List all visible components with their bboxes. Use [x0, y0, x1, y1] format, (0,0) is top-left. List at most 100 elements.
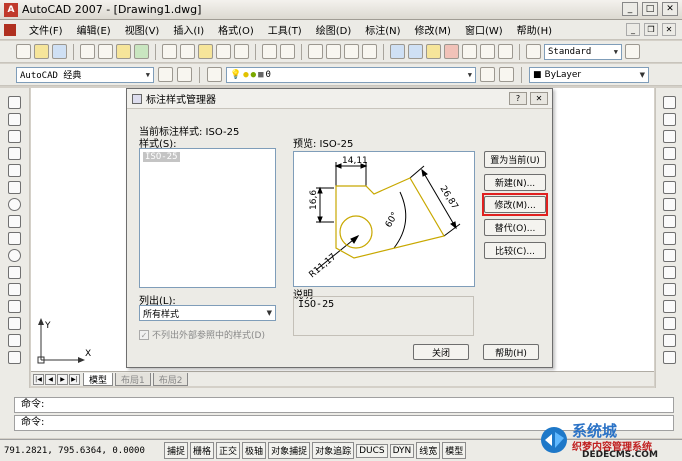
offset-icon[interactable]: [662, 147, 676, 160]
open-icon[interactable]: [34, 44, 49, 59]
help-button[interactable]: 帮助(H): [483, 344, 539, 360]
workspace-settings-icon[interactable]: [158, 67, 173, 82]
make-layer-current-icon[interactable]: [480, 67, 495, 82]
rectangle-icon[interactable]: [8, 164, 21, 177]
next-tab-icon[interactable]: ▶: [57, 373, 68, 385]
close-icon[interactable]: ✕: [662, 2, 678, 16]
first-tab-icon[interactable]: |◀: [33, 373, 44, 385]
workspace-select[interactable]: AutoCAD 经典 ▼: [16, 66, 154, 83]
new-style-button[interactable]: 新建(N)...: [484, 174, 546, 191]
trim-icon[interactable]: [662, 249, 676, 262]
workspace-save-icon[interactable]: [177, 67, 192, 82]
explode-icon[interactable]: [662, 351, 676, 364]
join-icon[interactable]: [662, 300, 676, 313]
compare-styles-button[interactable]: 比较(C)...: [484, 242, 546, 259]
save-icon[interactable]: [52, 44, 67, 59]
menu-draw[interactable]: 绘图(D): [309, 22, 359, 37]
mirror-icon[interactable]: [662, 130, 676, 143]
zoom-realtime-icon[interactable]: [326, 44, 341, 59]
calculator-icon[interactable]: [480, 44, 495, 59]
exclude-xref-checkbox[interactable]: ✓: [139, 329, 149, 340]
menu-file[interactable]: 文件(F): [22, 22, 70, 37]
arc-icon[interactable]: [8, 181, 21, 194]
text-style-select[interactable]: Standard ▼: [544, 43, 622, 60]
doc-minimize-icon[interactable]: _: [626, 23, 640, 36]
minimize-icon[interactable]: _: [622, 2, 638, 16]
array-icon[interactable]: [662, 164, 676, 177]
maximize-icon[interactable]: □: [642, 2, 658, 16]
modify-style-button[interactable]: 修改(M)...: [484, 196, 546, 213]
stretch-icon[interactable]: [662, 232, 676, 245]
menu-view[interactable]: 视图(V): [118, 22, 167, 37]
zoom-window-icon[interactable]: [344, 44, 359, 59]
insert-block-icon[interactable]: [8, 283, 21, 296]
layer-select[interactable]: 💡 ● ● ■ 0 ▼: [226, 66, 476, 83]
revision-cloud-icon[interactable]: [8, 215, 21, 228]
extend-icon[interactable]: [662, 266, 676, 279]
ellipse-arc-icon[interactable]: [8, 266, 21, 279]
circle-icon[interactable]: [8, 198, 21, 211]
publish-icon[interactable]: [116, 44, 131, 59]
list-item[interactable]: ISO-25: [143, 152, 180, 162]
plot-preview-icon[interactable]: [98, 44, 113, 59]
override-style-button[interactable]: 替代(O)...: [484, 219, 546, 236]
paste-icon[interactable]: [198, 44, 213, 59]
chamfer-icon[interactable]: [662, 317, 676, 330]
block-editor-icon[interactable]: [234, 44, 249, 59]
polar-toggle[interactable]: 极轴: [242, 442, 267, 459]
text-style-icon[interactable]: [526, 44, 541, 59]
help-icon[interactable]: [498, 44, 513, 59]
ortho-toggle[interactable]: 正交: [216, 442, 241, 459]
close-button[interactable]: 关闭: [413, 344, 469, 360]
rotate-icon[interactable]: [662, 198, 676, 211]
menu-modify[interactable]: 修改(M): [408, 22, 458, 37]
model-toggle[interactable]: 模型: [442, 442, 467, 459]
ellipse-icon[interactable]: [8, 249, 21, 262]
list-filter-select[interactable]: 所有样式 ▼: [139, 305, 276, 321]
color-select[interactable]: ■ ByLayer ▼: [529, 66, 649, 83]
zoom-previous-icon[interactable]: [362, 44, 377, 59]
menu-help[interactable]: 帮助(H): [510, 22, 559, 37]
snap-toggle[interactable]: 捕捉: [164, 442, 189, 459]
menu-edit[interactable]: 编辑(E): [70, 22, 118, 37]
design-center-icon[interactable]: [408, 44, 423, 59]
spline-icon[interactable]: [8, 232, 21, 245]
menu-window[interactable]: 窗口(W): [458, 22, 510, 37]
fillet-icon[interactable]: [662, 334, 676, 347]
sheet-set-icon[interactable]: [444, 44, 459, 59]
ducs-toggle[interactable]: DUCS: [356, 443, 388, 458]
otrack-toggle[interactable]: 对象追踪: [312, 442, 355, 459]
3d-dwf-icon[interactable]: [134, 44, 149, 59]
point-icon[interactable]: [8, 317, 21, 330]
markup-icon[interactable]: [462, 44, 477, 59]
menu-dimension[interactable]: 标注(N): [358, 22, 407, 37]
copy-icon[interactable]: [180, 44, 195, 59]
layer-manager-icon[interactable]: [207, 67, 222, 82]
move-icon[interactable]: [662, 181, 676, 194]
set-current-button[interactable]: 置为当前(U): [484, 151, 546, 168]
pan-icon[interactable]: [308, 44, 323, 59]
lineweight-toggle[interactable]: 线宽: [416, 442, 441, 459]
prev-tab-icon[interactable]: ◀: [45, 373, 56, 385]
properties-icon[interactable]: [390, 44, 405, 59]
cut-icon[interactable]: [162, 44, 177, 59]
doc-close-icon[interactable]: ✕: [662, 23, 676, 36]
redo-icon[interactable]: [280, 44, 295, 59]
doc-restore-icon[interactable]: ❐: [644, 23, 658, 36]
polygon-icon[interactable]: [8, 147, 21, 160]
document-icon[interactable]: [4, 23, 16, 36]
undo-icon[interactable]: [262, 44, 277, 59]
tab-layout1[interactable]: 布局1: [115, 372, 151, 386]
osnap-toggle[interactable]: 对象捕捉: [268, 442, 311, 459]
grid-toggle[interactable]: 栅格: [190, 442, 215, 459]
print-icon[interactable]: [80, 44, 95, 59]
copy-object-icon[interactable]: [662, 113, 676, 126]
scale-icon[interactable]: [662, 215, 676, 228]
tab-layout2[interactable]: 布局2: [152, 372, 189, 386]
erase-icon[interactable]: [662, 96, 676, 109]
dim-style-icon[interactable]: [625, 44, 640, 59]
new-icon[interactable]: [16, 44, 31, 59]
menu-format[interactable]: 格式(O): [211, 22, 261, 37]
dialog-help-icon[interactable]: ?: [509, 92, 527, 105]
polyline-icon[interactable]: [8, 130, 21, 143]
